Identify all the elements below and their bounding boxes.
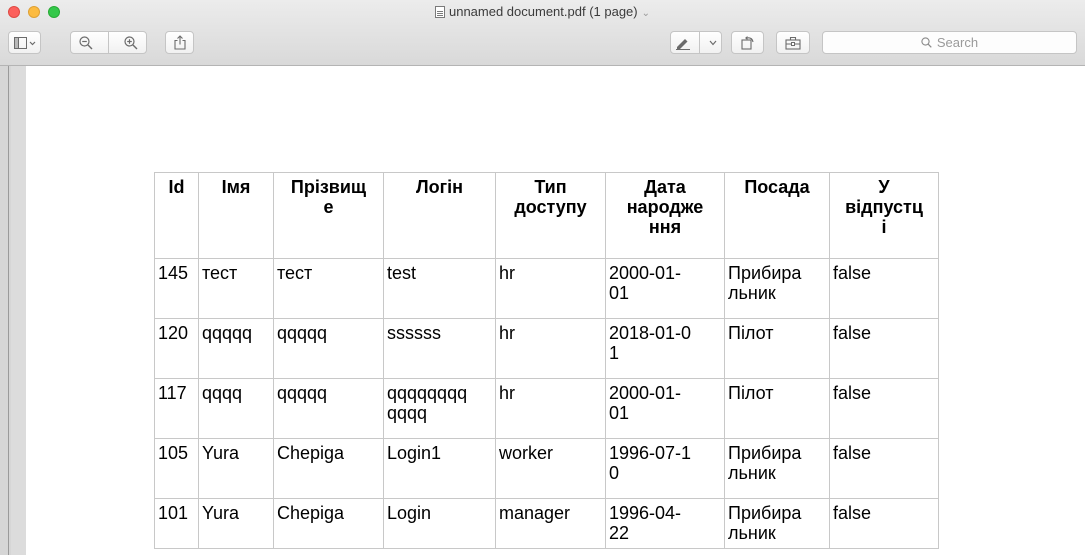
table-cell-id: 117 xyxy=(154,378,199,439)
table-cell-vacation: false xyxy=(829,258,939,319)
window-toolbar: unnamed document.pdf (1 page) ⌄ Search xyxy=(0,0,1085,66)
table-cell-first: Yura xyxy=(198,438,274,499)
column-header: Посада xyxy=(724,172,830,259)
zoom-out-icon[interactable] xyxy=(79,35,93,50)
window-title-area[interactable]: unnamed document.pdf (1 page) ⌄ xyxy=(0,2,1085,24)
segment-divider xyxy=(107,32,109,53)
table-cell-birth: 1996-07-1 0 xyxy=(605,438,725,499)
search-placeholder: Search xyxy=(936,35,979,50)
table-cell-last: тест xyxy=(273,258,384,319)
table-cell-access: hr xyxy=(495,258,606,319)
segment-divider xyxy=(699,32,701,53)
table-cell-last: qqqqq xyxy=(273,318,384,379)
markup-toolbar-button[interactable] xyxy=(776,31,810,54)
toolbox-icon xyxy=(785,36,801,50)
table-cell-id: 145 xyxy=(154,258,199,319)
table-cell-birth: 2000-01- 01 xyxy=(605,258,725,319)
rotate-icon xyxy=(740,36,754,50)
zoom-in-icon[interactable] xyxy=(124,35,138,50)
table-cell-position: Прибира льник xyxy=(724,258,830,319)
table-row: 117 qqqq qqqqq qqqqqqqq qqqq hr 2000-01- 01 Піло… xyxy=(154,378,939,439)
table-cell-access: worker xyxy=(495,438,606,499)
table-cell-id: 120 xyxy=(154,318,199,379)
table-cell-access: hr xyxy=(495,318,606,379)
table-cell-birth: 2018-01-0 1 xyxy=(605,318,725,379)
sidebar-view-button[interactable] xyxy=(8,31,41,54)
table-cell-birth: 2000-01- 01 xyxy=(605,378,725,439)
column-header: Логін xyxy=(383,172,496,259)
table-cell-login: Login1 xyxy=(383,438,496,499)
table-cell-vacation: false xyxy=(829,438,939,499)
table-cell-id: 101 xyxy=(154,498,199,549)
markup-button[interactable] xyxy=(670,31,722,54)
table-cell-vacation: false xyxy=(829,318,939,379)
table-cell-vacation: false xyxy=(829,378,939,439)
rotate-button[interactable] xyxy=(731,31,764,54)
table-cell-login: Login xyxy=(383,498,496,549)
pdf-document-icon xyxy=(434,6,445,18)
table-cell-access: hr xyxy=(495,378,606,439)
table-cell-last: qqqqq xyxy=(273,378,384,439)
table-cell-first: Yura xyxy=(198,498,274,549)
table-row: 120 qqqqq qqqqq ssssss hr 2018-01-0 1 Пілот fals… xyxy=(154,318,939,379)
column-header: Id xyxy=(154,172,199,259)
sidebar-icon xyxy=(13,36,35,49)
search-field[interactable]: Search xyxy=(822,31,1077,54)
table-cell-position: Прибира льник xyxy=(724,498,830,549)
share-button[interactable] xyxy=(165,31,194,54)
table-cell-login: ssssss xyxy=(383,318,496,379)
table-cell-first: qqqqq xyxy=(198,318,274,379)
table-cell-position: Прибира льник xyxy=(724,438,830,499)
table-cell-id: 105 xyxy=(154,438,199,499)
window-title: unnamed document.pdf (1 page) xyxy=(448,4,638,19)
table-row: 101 Yura Chepiga Login manager 1996-04- 22 Приб… xyxy=(154,498,939,549)
column-header: Прізвищ е xyxy=(273,172,384,259)
employees-table: Id Імя Прізвищ е Логін Тип доступу Дата народже н… xyxy=(154,172,939,549)
chevron-down-icon xyxy=(709,40,717,45)
share-icon xyxy=(173,35,186,50)
table-cell-login: qqqqqqqq qqqq xyxy=(383,378,496,439)
table-cell-position: Пілот xyxy=(724,318,830,379)
table-cell-birth: 1996-04- 22 xyxy=(605,498,725,549)
table-row: 145 тест тест test hr 2000-01- 01 Прибира льник f… xyxy=(154,258,939,319)
table-header-row: Id Імя Прізвищ е Логін Тип доступу Дата народже н… xyxy=(154,172,939,259)
column-header: Імя xyxy=(198,172,274,259)
table-cell-last: Chepiga xyxy=(273,438,384,499)
table-cell-access: manager xyxy=(495,498,606,549)
sidebar-edge xyxy=(0,66,11,555)
table-cell-login: test xyxy=(383,258,496,319)
table-cell-position: Пілот xyxy=(724,378,830,439)
search-icon xyxy=(921,37,932,48)
table-row: 105 Yura Chepiga Login1 worker 1996-07-1 0 Приб… xyxy=(154,438,939,499)
column-header: Дата народже ння xyxy=(605,172,725,259)
chevron-down-icon: ⌄ xyxy=(641,8,651,19)
column-header: Увідпустц і xyxy=(829,172,939,259)
table-cell-vacation: false xyxy=(829,498,939,549)
table-cell-last: Chepiga xyxy=(273,498,384,549)
pdf-page[interactable]: Id Імя Прізвищ е Логін Тип доступу Дата народже н… xyxy=(26,66,1085,555)
zoom-control xyxy=(70,31,147,54)
pen-icon xyxy=(676,38,691,50)
table-cell-first: тест xyxy=(198,258,274,319)
table-cell-first: qqqq xyxy=(198,378,274,439)
column-header: Тип доступу xyxy=(495,172,606,259)
